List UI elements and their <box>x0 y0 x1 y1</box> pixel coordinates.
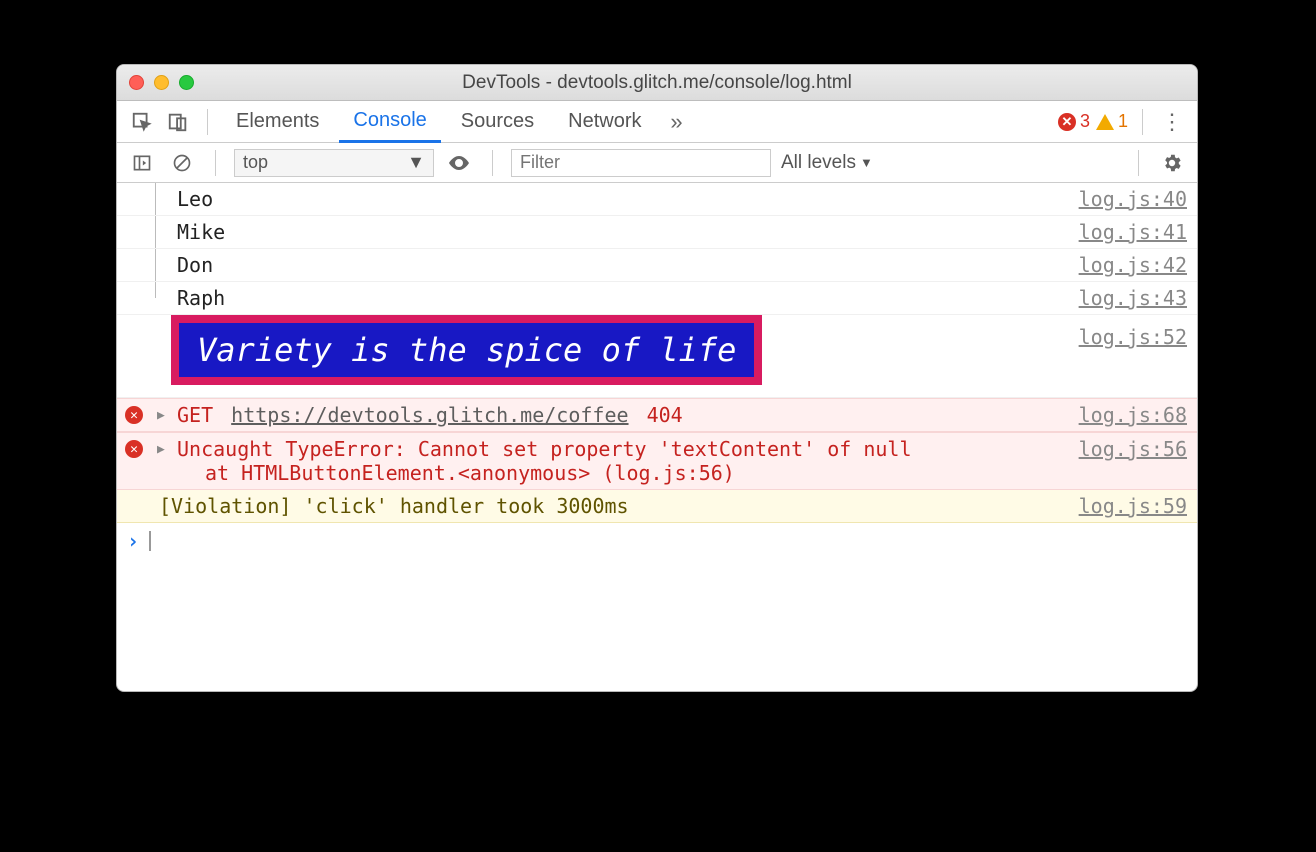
error-url[interactable]: https://devtools.glitch.me/coffee <box>231 403 628 427</box>
expand-icon[interactable]: ▶ <box>157 442 165 457</box>
styled-log-row: Variety is the spice of life log.js:52 <box>117 315 1197 398</box>
source-link[interactable]: log.js:68 <box>1079 403 1187 427</box>
devtools-window: DevTools - devtools.glitch.me/console/lo… <box>116 64 1198 692</box>
separator <box>492 150 493 176</box>
console-input[interactable] <box>161 529 1187 553</box>
log-row: Don log.js:42 <box>117 249 1197 282</box>
source-link[interactable]: log.js:42 <box>1079 253 1187 277</box>
stack-link[interactable]: log.js:56 <box>614 461 722 485</box>
log-text: Leo <box>177 187 213 211</box>
log-text: Don <box>177 253 213 277</box>
separator <box>215 150 216 176</box>
error-count: 3 <box>1080 111 1090 132</box>
violation-text: [Violation] 'click' handler took 3000ms <box>159 494 629 518</box>
error-icon: ✕ <box>125 440 143 458</box>
log-text: Mike <box>177 220 225 244</box>
warning-count-badge[interactable]: 1 <box>1096 111 1128 132</box>
error-icon: ✕ <box>125 406 143 424</box>
error-row[interactable]: ✕ ▶ Uncaught TypeError: Cannot set prope… <box>117 432 1197 490</box>
titlebar: DevTools - devtools.glitch.me/console/lo… <box>117 65 1197 101</box>
context-value: top <box>243 152 268 173</box>
chevron-down-icon: ▼ <box>407 152 425 173</box>
window-title: DevTools - devtools.glitch.me/console/lo… <box>117 72 1197 94</box>
log-text: Raph <box>177 286 225 310</box>
log-levels-selector[interactable]: All levels ▼ <box>781 152 873 174</box>
tab-console[interactable]: Console <box>339 101 440 143</box>
eye-icon[interactable] <box>444 148 474 178</box>
cursor-icon <box>149 531 151 551</box>
http-method: GET <box>177 403 213 427</box>
error-text: GET https://devtools.glitch.me/coffee 40… <box>177 403 683 427</box>
tab-elements[interactable]: Elements <box>222 101 333 143</box>
error-count-badge[interactable]: ✕ 3 <box>1058 111 1090 132</box>
http-status: 404 <box>647 403 683 427</box>
error-icon: ✕ <box>1058 113 1076 131</box>
filter-input[interactable] <box>511 149 771 177</box>
chevron-down-icon: ▼ <box>860 155 873 170</box>
violation-row: [Violation] 'click' handler took 3000ms … <box>117 490 1197 523</box>
console-prompt[interactable]: › <box>117 523 1197 559</box>
log-row: Leo log.js:40 <box>117 183 1197 216</box>
warning-count: 1 <box>1118 111 1128 132</box>
clear-console-icon[interactable] <box>167 148 197 178</box>
source-link[interactable]: log.js:59 <box>1079 494 1187 518</box>
console-output: Leo log.js:40 Mike log.js:41 Don log.js:… <box>117 183 1197 691</box>
source-link[interactable]: log.js:43 <box>1079 286 1187 310</box>
log-row: Mike log.js:41 <box>117 216 1197 249</box>
separator <box>207 109 208 135</box>
status-badges[interactable]: ✕ 3 1 <box>1058 111 1128 132</box>
error-message: Uncaught TypeError: Cannot set property … <box>177 437 912 461</box>
prompt-caret-icon: › <box>127 529 139 553</box>
gear-icon[interactable] <box>1157 148 1187 178</box>
separator <box>1142 109 1143 135</box>
stack-text: at HTMLButtonElement.<anonymous> ( <box>205 461 614 485</box>
inspect-icon[interactable] <box>127 107 157 137</box>
levels-label: All levels <box>781 152 856 174</box>
sidebar-toggle-icon[interactable] <box>127 148 157 178</box>
console-toolbar: top ▼ All levels ▼ <box>117 143 1197 183</box>
context-selector[interactable]: top ▼ <box>234 149 434 177</box>
error-row[interactable]: ✕ ▶ GET https://devtools.glitch.me/coffe… <box>117 398 1197 432</box>
stack-text: ) <box>723 461 735 485</box>
source-link[interactable]: log.js:41 <box>1079 220 1187 244</box>
tab-sources[interactable]: Sources <box>447 101 548 143</box>
kebab-menu-icon[interactable]: ⋮ <box>1157 107 1187 137</box>
source-link[interactable]: log.js:40 <box>1079 187 1187 211</box>
tab-network[interactable]: Network <box>554 101 655 143</box>
log-row: Raph log.js:43 <box>117 282 1197 315</box>
tabbar: Elements Console Sources Network » ✕ 3 1… <box>117 101 1197 143</box>
expand-icon[interactable]: ▶ <box>157 408 165 423</box>
device-toggle-icon[interactable] <box>163 107 193 137</box>
styled-log-text: Variety is the spice of life <box>171 315 762 385</box>
more-tabs-icon[interactable]: » <box>662 107 692 137</box>
source-link[interactable]: log.js:52 <box>1079 315 1187 349</box>
stack-frame: at HTMLButtonElement.<anonymous> (log.js… <box>177 461 1187 485</box>
source-link[interactable]: log.js:56 <box>1079 437 1187 461</box>
warning-icon <box>1096 114 1114 130</box>
separator <box>1138 150 1139 176</box>
